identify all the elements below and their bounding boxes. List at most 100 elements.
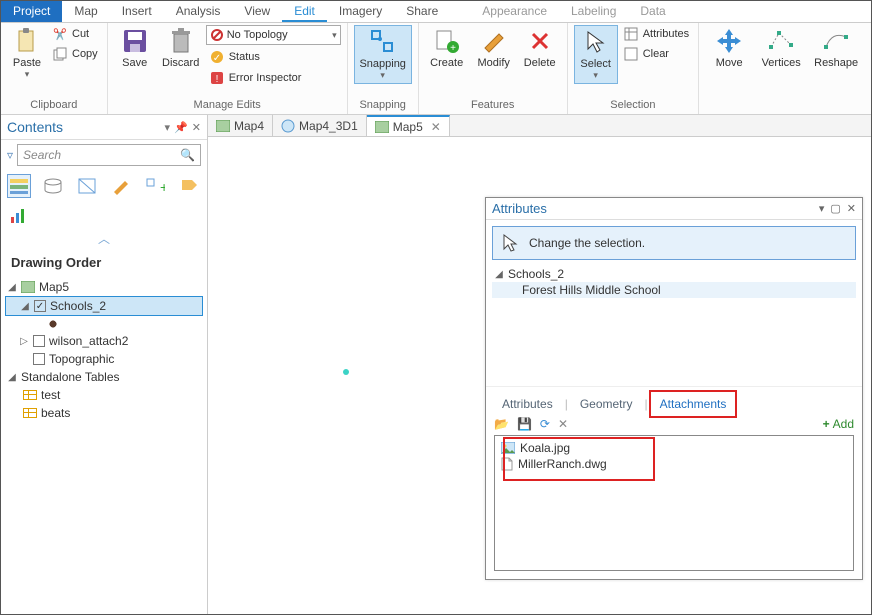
discard-label: Discard (162, 57, 199, 69)
layer-schools[interactable]: ◢ ✓ Schools_2 (5, 296, 203, 316)
delete-attachment-icon[interactable]: ✕ (558, 417, 568, 431)
schools-checkbox[interactable]: ✓ (34, 300, 46, 312)
topology-select[interactable]: No Topology ▾ (206, 25, 341, 45)
delete-button[interactable]: Delete (519, 25, 561, 71)
expand-icon[interactable]: ◢ (7, 282, 17, 293)
tab-attachments[interactable]: Attachments (652, 393, 735, 415)
plus-icon: + (823, 417, 830, 431)
menu-edit[interactable]: Edit (282, 1, 327, 22)
table-beats[interactable]: beats (5, 404, 203, 422)
reshape-label: Reshape (814, 57, 858, 69)
topographic-checkbox[interactable] (33, 353, 45, 365)
open-folder-icon[interactable]: 📂 (494, 417, 509, 431)
tab-geometry[interactable]: Geometry (572, 393, 641, 415)
highlight-box (503, 437, 655, 481)
layer-wilson[interactable]: ▷ wilson_attach2 (5, 332, 203, 350)
list-by-drawing-order-icon[interactable] (7, 174, 31, 198)
snapping-button[interactable]: Snapping ▾ (354, 25, 412, 84)
expand-icon[interactable]: ◢ (494, 269, 504, 280)
tab-map5[interactable]: Map5 ✕ (367, 115, 450, 136)
modify-button[interactable]: Modify (471, 25, 517, 71)
tab-map4[interactable]: Map4 (208, 115, 273, 136)
list-by-chart-icon[interactable] (7, 204, 31, 228)
group-snapping: Snapping ▾ Snapping (348, 23, 419, 114)
group-clipboard: Paste ▾ ✂️Cut Copy Clipboard (1, 23, 108, 114)
attachments-list: Koala.jpg MillerRanch.dwg (501, 440, 847, 472)
close-pane-icon[interactable]: ✕ (192, 121, 201, 134)
list-by-editing-icon[interactable] (109, 174, 133, 198)
paste-button[interactable]: Paste ▾ (7, 25, 47, 82)
save-edits-button[interactable]: Save (114, 25, 156, 71)
options-dropdown-icon[interactable]: ▾ (819, 202, 825, 215)
menu-labeling[interactable]: Labeling (559, 1, 628, 22)
menu-appearance[interactable]: Appearance (470, 1, 559, 22)
layer-tree: ◢ Map5 ◢ ✓ Schools_2 ▷ wilson_attach2 ▷ … (1, 278, 207, 422)
expand-icon[interactable]: ▷ (19, 336, 29, 347)
select-label: Select (580, 58, 611, 70)
collapse-icon[interactable]: ︿ (1, 228, 207, 249)
map-node[interactable]: ◢ Map5 (5, 278, 203, 296)
copy-icon (52, 46, 68, 62)
menu-map[interactable]: Map (62, 1, 109, 22)
discard-edits-button[interactable]: Discard (158, 25, 204, 71)
pin-icon[interactable]: 📌 (174, 121, 188, 134)
select-button[interactable]: Select ▾ (574, 25, 618, 84)
tab-map4-3d1[interactable]: Map4_3D1 (273, 115, 367, 136)
layer-topographic[interactable]: ▷ Topographic (5, 350, 203, 368)
paste-dropdown-icon: ▾ (25, 69, 30, 80)
table-test[interactable]: test (5, 386, 203, 404)
copy-button[interactable]: Copy (49, 45, 101, 63)
search-input[interactable]: Search 🔍 (17, 144, 201, 166)
maximize-icon[interactable]: ▢ (830, 202, 840, 215)
menu-view[interactable]: View (232, 1, 282, 22)
svg-text:✓: ✓ (212, 53, 220, 64)
snapping-dropdown-icon: ▾ (380, 70, 385, 81)
refresh-icon[interactable]: ⟳ (540, 417, 550, 431)
standalone-tables-node[interactable]: ◢ Standalone Tables (5, 368, 203, 386)
list-by-snapping-icon[interactable]: + (143, 174, 167, 198)
paste-icon (13, 27, 41, 55)
menu-share[interactable]: Share (394, 1, 450, 22)
filter-icon[interactable]: ▿ (7, 148, 13, 162)
move-button[interactable]: Move (705, 25, 753, 71)
attributes-button[interactable]: Attributes (620, 25, 692, 43)
add-attachment-button[interactable]: + Add (823, 417, 854, 431)
reshape-button[interactable]: Reshape (809, 25, 863, 71)
wilson-checkbox[interactable] (33, 335, 45, 347)
save-attachment-icon[interactable]: 💾 (517, 417, 532, 431)
change-selection-banner[interactable]: Change the selection. (492, 226, 856, 260)
schools-symbol-row (5, 316, 203, 332)
create-button[interactable]: + Create (425, 25, 469, 71)
attr-feature-row[interactable]: Forest Hills Middle School (492, 282, 856, 298)
menu-analysis[interactable]: Analysis (164, 1, 233, 22)
menu-project[interactable]: Project (1, 1, 62, 22)
vertices-button[interactable]: Vertices (755, 25, 807, 71)
attr-layer-row[interactable]: ◢ Schools_2 (492, 266, 856, 282)
attributes-pane: Attributes ▾ ▢ ✕ Change the selection. ◢… (485, 197, 863, 580)
map-canvas[interactable]: Attributes ▾ ▢ ✕ Change the selection. ◢… (208, 137, 871, 614)
tab-attributes[interactable]: Attributes (494, 393, 561, 415)
status-button[interactable]: ✓Status (206, 48, 341, 66)
menu-data[interactable]: Data (628, 1, 677, 22)
expand-icon[interactable]: ◢ (20, 301, 30, 312)
drawing-order-label: Drawing Order (1, 249, 207, 278)
list-by-labeling-icon[interactable] (177, 174, 201, 198)
list-by-selection-icon[interactable] (75, 174, 99, 198)
tab-separator: | (565, 397, 568, 411)
expand-icon[interactable]: ◢ (7, 372, 17, 383)
clear-button[interactable]: Clear (620, 45, 692, 63)
error-inspector-button[interactable]: !Error Inspector (206, 69, 341, 87)
list-by-source-icon[interactable] (41, 174, 65, 198)
copy-label: Copy (72, 48, 98, 60)
menu-insert[interactable]: Insert (110, 1, 164, 22)
discard-icon (167, 27, 195, 55)
attributes-tab-strip: Attributes | Geometry | Attachments (486, 386, 862, 415)
table-beats-label: beats (41, 406, 70, 420)
close-icon[interactable]: ✕ (847, 202, 856, 215)
close-tab-icon[interactable]: ✕ (431, 120, 441, 134)
options-dropdown-icon[interactable]: ▾ (165, 121, 171, 134)
attributes-selection-tree: ◢ Schools_2 Forest Hills Middle School (486, 266, 862, 302)
cut-button[interactable]: ✂️Cut (49, 25, 101, 43)
contents-title: Contents (7, 119, 63, 135)
menu-imagery[interactable]: Imagery (327, 1, 394, 22)
